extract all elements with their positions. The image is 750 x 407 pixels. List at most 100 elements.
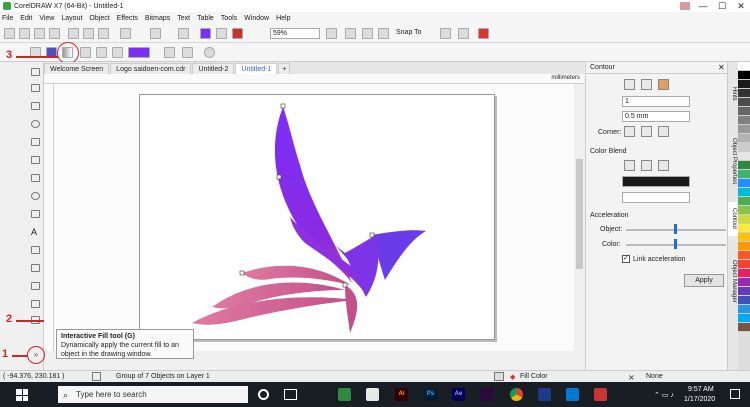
palette-swatch[interactable] (738, 71, 750, 80)
search-content-icon[interactable] (178, 28, 189, 39)
parallel-dimension-tool-icon[interactable] (31, 246, 40, 254)
windows-start-icon[interactable] (16, 389, 28, 401)
contour-steps-field[interactable]: 1 (622, 96, 690, 107)
palette-swatch[interactable] (738, 215, 750, 224)
menu-view[interactable]: View (39, 15, 54, 22)
copy-icon[interactable] (83, 28, 94, 39)
illustrator-icon[interactable]: Ai (395, 388, 408, 401)
contour-to-center-icon[interactable] (624, 79, 635, 90)
docker-close-icon[interactable]: ✕ (718, 63, 725, 72)
tail-feather-1[interactable] (242, 265, 350, 285)
redo-icon[interactable] (150, 28, 161, 39)
menu-tools[interactable]: Tools (221, 15, 237, 22)
menu-object[interactable]: Object (89, 15, 109, 22)
palette-swatch[interactable] (738, 323, 750, 332)
cut-icon[interactable] (68, 28, 79, 39)
file-explorer-icon[interactable] (366, 388, 379, 401)
mail-icon[interactable] (566, 388, 579, 401)
palette-swatch[interactable] (738, 224, 750, 233)
after-effects-icon[interactable]: Ae (452, 388, 465, 401)
full-screen-icon[interactable] (326, 28, 337, 39)
palette-swatch[interactable] (738, 296, 750, 305)
settings-icon[interactable] (440, 28, 451, 39)
palette-swatch[interactable] (738, 179, 750, 188)
drawing-page[interactable] (139, 94, 495, 340)
palette-swatch[interactable] (738, 188, 750, 197)
palette-swatch[interactable] (738, 107, 750, 116)
vector-pattern-fill-icon[interactable] (80, 47, 91, 58)
menu-layout[interactable]: Layout (61, 15, 82, 22)
menu-table[interactable]: Table (197, 15, 214, 22)
palette-swatch[interactable] (738, 152, 750, 161)
palette-swatch[interactable] (738, 242, 750, 251)
zoom-tool-icon[interactable] (31, 120, 40, 128)
menu-help[interactable]: Help (276, 15, 290, 22)
tail-feather-4[interactable] (345, 285, 358, 333)
corner-round-icon[interactable] (641, 126, 652, 137)
tab-welcome-screen[interactable]: Welcome Screen (44, 63, 110, 74)
palette-swatch[interactable] (738, 278, 750, 287)
menu-window[interactable]: Window (244, 15, 269, 22)
save-icon[interactable] (34, 28, 45, 39)
contour-offset-field[interactable]: 0.5 mm (622, 111, 690, 122)
palette-swatch[interactable] (738, 233, 750, 242)
selection-handle[interactable] (276, 174, 282, 180)
palette-swatch[interactable] (738, 116, 750, 125)
maximize-button[interactable]: ☐ (713, 0, 731, 12)
text-tool-icon[interactable]: A (31, 228, 40, 237)
undo-icon[interactable] (120, 28, 131, 39)
play-icon[interactable] (92, 372, 101, 381)
palette-swatch[interactable] (738, 305, 750, 314)
close-button[interactable]: ✕ (732, 0, 750, 12)
artistic-media-tool-icon[interactable] (31, 156, 40, 164)
menu-file[interactable]: File (2, 15, 13, 22)
fill-color-picker-docker[interactable] (622, 192, 690, 203)
crop-tool-icon[interactable] (31, 102, 40, 110)
notification-icon[interactable] (730, 389, 740, 399)
publish-pdf-icon[interactable] (232, 28, 243, 39)
vertical-scrollbar[interactable] (575, 84, 585, 351)
transparency-tool-icon[interactable] (31, 300, 40, 308)
coreldraw-taskbar-icon[interactable] (338, 388, 351, 401)
export-icon[interactable] (216, 28, 227, 39)
store-icon[interactable] (594, 388, 607, 401)
cortana-icon[interactable] (258, 389, 269, 400)
selection-handle[interactable] (280, 103, 286, 109)
pick-tool-icon[interactable] (31, 68, 40, 76)
taskbar-search-input[interactable]: Type here to search (58, 386, 248, 403)
browser-icon[interactable] (538, 388, 551, 401)
counter-clockwise-blend-icon[interactable] (658, 160, 669, 171)
palette-swatch[interactable] (738, 134, 750, 143)
palette-swatch[interactable] (738, 80, 750, 89)
grid-icon[interactable] (362, 28, 373, 39)
snap-to-dropdown[interactable]: Snap To (396, 29, 422, 36)
palette-swatch[interactable] (738, 287, 750, 296)
edit-fill-icon[interactable] (182, 47, 193, 58)
tail-feather-3[interactable] (192, 297, 355, 325)
menu-effects[interactable]: Effects (117, 15, 138, 22)
selection-handle[interactable] (239, 270, 245, 276)
palette-swatch[interactable] (738, 260, 750, 269)
palette-swatch[interactable] (738, 314, 750, 323)
minimize-button[interactable]: — (694, 0, 712, 12)
palette-swatch[interactable] (738, 269, 750, 278)
add-icon[interactable] (204, 47, 215, 58)
print-icon[interactable] (49, 28, 60, 39)
menu-edit[interactable]: Edit (20, 15, 32, 22)
polygon-tool-icon[interactable] (31, 210, 40, 218)
fill-color-picker[interactable] (128, 47, 150, 58)
system-tray-icons[interactable]: ⌃ ▭ ♪ (654, 391, 674, 399)
clockwise-blend-icon[interactable] (641, 160, 652, 171)
two-color-fill-icon[interactable] (112, 47, 123, 58)
add-tab-icon[interactable]: + (278, 63, 291, 74)
bitmap-pattern-fill-icon[interactable] (96, 47, 107, 58)
copy-fill-icon[interactable] (164, 47, 175, 58)
media-encoder-icon[interactable] (480, 388, 493, 401)
rectangle-tool-icon[interactable] (31, 174, 40, 182)
vertical-scroll-thumb[interactable] (576, 159, 583, 269)
palette-swatch[interactable] (738, 98, 750, 107)
launch-icon[interactable] (458, 28, 469, 39)
fill-swatch-icon[interactable] (494, 372, 504, 381)
menu-text[interactable]: Text (177, 15, 190, 22)
expand-toolbox-button[interactable]: » (27, 346, 45, 364)
